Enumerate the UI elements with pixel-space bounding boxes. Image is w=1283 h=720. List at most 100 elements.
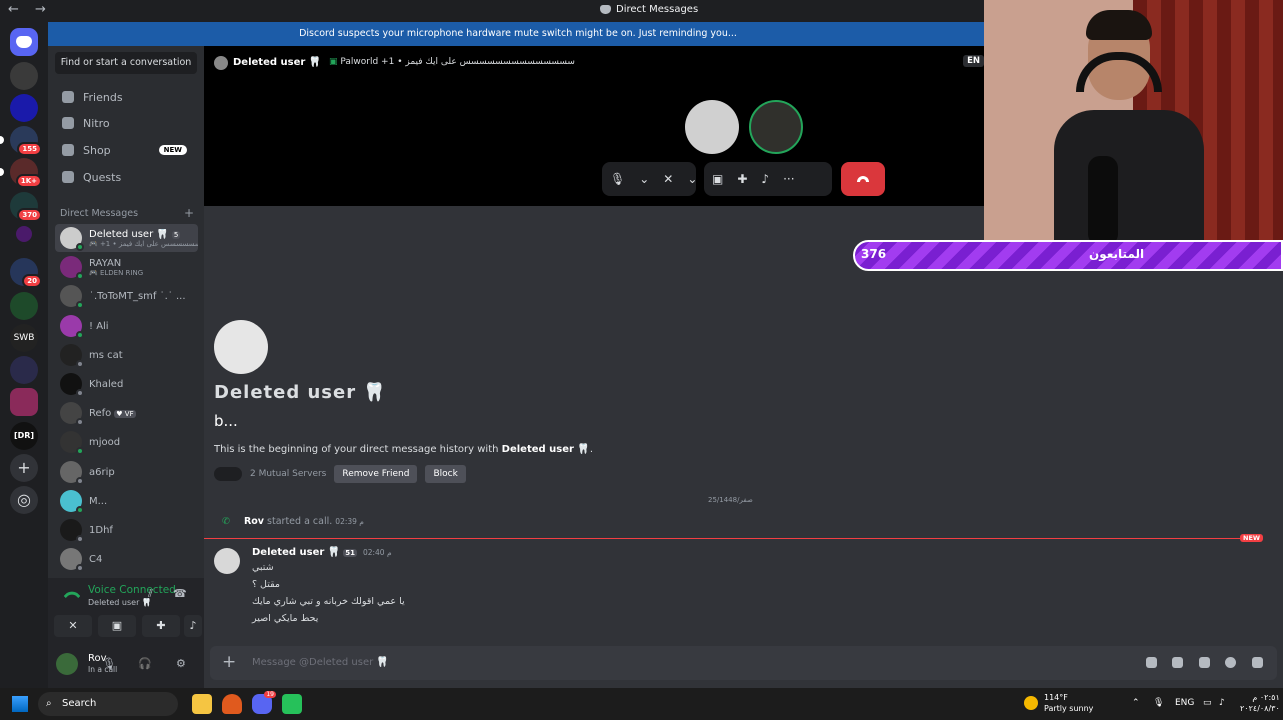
nav-quests[interactable]: Quests xyxy=(55,164,197,190)
chevron-down-icon[interactable]: ⌄ xyxy=(687,172,697,186)
dm-item[interactable]: mjood xyxy=(55,428,198,456)
message-composer[interactable]: + Message @Deleted user 🦷 xyxy=(210,646,1277,680)
soundboard-icon[interactable]: ♪ xyxy=(761,172,769,186)
disconnect-icon[interactable]: ☎ xyxy=(173,587,187,600)
header-avatar[interactable] xyxy=(214,56,228,70)
profile-avatar[interactable] xyxy=(214,320,268,374)
dm-item[interactable]: Khaled xyxy=(55,370,198,398)
add-server-button[interactable]: + xyxy=(10,454,38,482)
nav-shop[interactable]: Shop NEW xyxy=(55,137,197,163)
find-conversation-button[interactable]: Find or start a conversation xyxy=(55,52,197,74)
settings-gear-icon[interactable]: ⚙ xyxy=(176,657,186,670)
chevron-down-icon[interactable]: ⌄ xyxy=(639,172,649,186)
mic-control[interactable]: 🎙 ⌄ ✕ ⌄ xyxy=(602,162,697,196)
input-language[interactable]: ENG xyxy=(1175,698,1194,708)
dm-item[interactable]: ˙.ToToMT_smf ˙.˙ ... xyxy=(55,282,198,310)
signal-icon[interactable] xyxy=(63,587,81,605)
screen-share-button[interactable]: ▣ xyxy=(98,615,136,637)
system-user[interactable]: Rov xyxy=(244,516,264,527)
server-icon[interactable]: 155 xyxy=(0,126,42,156)
server-icon-dr[interactable]: [DR] xyxy=(10,422,38,450)
noise-suppression-icon[interactable]: ⫽ xyxy=(148,587,153,601)
chevron-up-icon[interactable]: ⌃ xyxy=(1132,698,1140,708)
server-icon[interactable] xyxy=(10,292,38,320)
gift-icon[interactable] xyxy=(1146,657,1157,668)
file-explorer-icon[interactable] xyxy=(192,694,212,714)
apps-icon[interactable] xyxy=(1252,657,1263,668)
nav-friends[interactable]: Friends xyxy=(55,84,197,110)
mutual-servers[interactable]: 2 Mutual Servers xyxy=(250,469,326,479)
status-dot xyxy=(76,360,84,368)
dm-item[interactable]: ! Ali xyxy=(55,312,198,340)
discord-app-icon[interactable]: 19 xyxy=(252,691,276,714)
author-name[interactable]: Deleted user 🦷 xyxy=(252,547,340,558)
server-icon[interactable]: 370 xyxy=(10,192,42,222)
participant-avatar-speaking[interactable] xyxy=(749,100,803,154)
header-username[interactable]: Deleted user 🦷 xyxy=(233,57,321,68)
dm-item[interactable]: a6rip xyxy=(55,458,198,486)
dm-item[interactable]: M... xyxy=(55,487,198,515)
attach-button[interactable]: + xyxy=(222,652,236,672)
taskbar-search[interactable]: ⌕ Search xyxy=(38,692,178,716)
voice-status[interactable]: Voice Connected xyxy=(88,584,176,596)
status-dot xyxy=(76,506,84,514)
avatar xyxy=(60,461,84,485)
system-clock[interactable]: ٠٢:٥١ م ٢٠٢٤/٠٨/٣٠ xyxy=(1240,692,1280,714)
camera-off-button[interactable]: ✕ xyxy=(54,615,92,637)
activities-icon[interactable]: ✚ xyxy=(737,172,747,186)
end-call-button[interactable] xyxy=(841,162,885,196)
microphone-icon[interactable]: 🎙 xyxy=(610,172,625,186)
emoji-icon[interactable] xyxy=(1225,657,1236,668)
network-icon[interactable]: ▭ xyxy=(1203,698,1212,708)
microphone-icon[interactable]: 🎙 xyxy=(1153,698,1164,708)
windows-start-icon[interactable] xyxy=(12,696,28,712)
camera-off-icon[interactable]: ✕ xyxy=(663,172,673,186)
weather-widget[interactable]: 114°F Partly sunny xyxy=(1024,692,1093,714)
server-icon-swb[interactable]: SWB xyxy=(10,324,38,352)
dm-item[interactable]: RAYAN 🎮 ELDEN RING xyxy=(55,253,198,281)
sticker-icon[interactable] xyxy=(1199,657,1210,668)
server-icon[interactable] xyxy=(10,356,38,384)
app-icon[interactable] xyxy=(282,694,302,714)
microphone-icon[interactable]: 🎙 xyxy=(102,657,116,670)
nav-arrows[interactable]: ← → xyxy=(8,2,52,17)
more-icon[interactable]: ··· xyxy=(783,172,794,186)
server-badge: 1K+ xyxy=(15,174,42,188)
participant-avatar[interactable] xyxy=(685,100,739,154)
dm-item[interactable]: 1Dhf xyxy=(55,516,198,544)
dm-item[interactable]: ms cat xyxy=(55,341,198,369)
nav-nitro[interactable]: Nitro xyxy=(55,110,197,136)
mutual-servers-icons[interactable] xyxy=(214,467,242,481)
user-server-avatar[interactable] xyxy=(10,62,38,90)
server-icon[interactable]: 1K+ xyxy=(0,158,42,188)
user-avatar[interactable] xyxy=(56,653,78,675)
remove-friend-button[interactable]: Remove Friend xyxy=(334,465,418,483)
soundboard-button[interactable]: ♪ xyxy=(184,615,202,637)
server-icon[interactable] xyxy=(10,388,38,416)
dm-item[interactable]: Refo ♥ VF xyxy=(55,399,198,427)
message-avatar[interactable] xyxy=(214,548,240,574)
activities-button[interactable]: ✚ xyxy=(142,615,180,637)
volume-icon[interactable]: ♪ xyxy=(1219,698,1225,708)
voice-channel[interactable]: Deleted user 🦷 xyxy=(88,598,152,607)
user-panel: Rov In a call 🎙 🎧 ⚙ xyxy=(48,644,204,688)
dm-item[interactable]: Deleted user 🦷5🎮 +1 • سسسسسسسس على ايك ف… xyxy=(55,224,198,252)
dm-item[interactable]: C4 xyxy=(55,545,198,573)
phone-icon: ✆ xyxy=(222,516,230,527)
dm-intro: This is the beginning of your direct mes… xyxy=(214,444,593,455)
gif-icon[interactable] xyxy=(1172,657,1183,668)
create-dm-button[interactable]: + xyxy=(184,206,194,220)
server-icon[interactable] xyxy=(10,94,38,122)
server-folder[interactable] xyxy=(16,226,32,242)
status-dot xyxy=(76,301,84,309)
screen-share-icon[interactable]: ▣ xyxy=(712,172,723,186)
explore-servers-button[interactable]: ◎ xyxy=(10,486,38,514)
brave-browser-icon[interactable] xyxy=(222,694,242,714)
home-button[interactable] xyxy=(10,28,38,56)
block-button[interactable]: Block xyxy=(425,465,466,483)
message-input[interactable]: Message @Deleted user 🦷 xyxy=(252,657,389,668)
server-icon[interactable]: 20 xyxy=(10,258,42,288)
message-author[interactable]: Deleted user 🦷 51 02:40 م xyxy=(252,547,392,558)
headphones-icon[interactable]: 🎧 xyxy=(138,657,152,670)
clock-time: ٠٢:٥١ م xyxy=(1252,693,1280,702)
